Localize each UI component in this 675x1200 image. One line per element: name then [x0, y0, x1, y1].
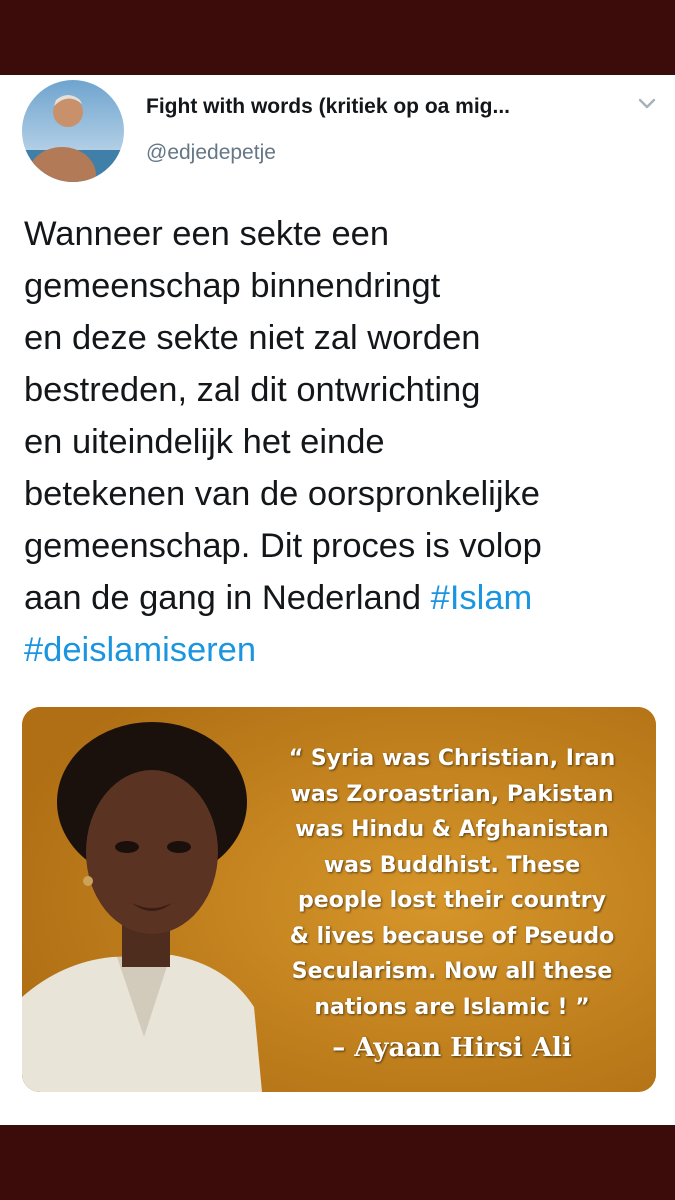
top-frame-bar: [0, 0, 675, 75]
user-handle[interactable]: @edjedepetje: [146, 141, 276, 165]
quote-attribution: – Ayaan Hirsi Ali: [332, 1033, 572, 1063]
chevron-down-icon[interactable]: [634, 93, 660, 115]
avatar[interactable]: [22, 80, 124, 182]
tweet-text-line: aan de gang in Nederland: [24, 579, 431, 617]
tweet-text-line: betekenen van de oorspronkelijke: [24, 475, 540, 513]
tweet-text-line: en uiteindelijk het einde: [24, 423, 385, 461]
hashtag-link-deislamiseren[interactable]: #deislamiseren: [24, 631, 256, 669]
tweet-text-line: en deze sekte niet zal worden: [24, 319, 481, 357]
quote-text: “ Syria was Christian, Iran was Zoroastr…: [288, 746, 616, 1020]
tweet-text: Wanneer een sekte een gemeenschap binnen…: [24, 208, 654, 676]
tweet-media-image[interactable]: “ Syria was Christian, Iran was Zoroastr…: [22, 707, 656, 1092]
tweet-text-line: gemeenschap. Dit proces is volop: [24, 527, 542, 565]
tweet-text-line: bestreden, zal dit ontwrichting: [24, 371, 481, 409]
tweet-text-line: gemeenschap binnendringt: [24, 267, 441, 305]
bottom-frame-bar: [0, 1125, 675, 1200]
tweet-text-line: Wanneer een sekte een: [24, 215, 390, 253]
tweet-card[interactable]: Fight with words (kritiek op oa mig... @…: [0, 75, 675, 1125]
hashtag-link-islam[interactable]: #Islam: [431, 579, 533, 617]
display-name[interactable]: Fight with words (kritiek op oa mig...: [146, 95, 606, 119]
